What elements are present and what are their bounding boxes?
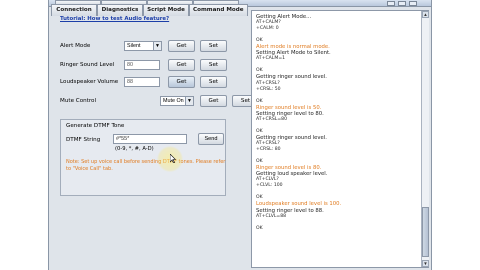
alert-mode-set-button[interactable]: Set (200, 40, 227, 52)
mute-control-value: Mute On (163, 98, 184, 104)
dtmf-title: Generate DTMF Tone (66, 123, 125, 129)
ringer-level-get-button[interactable]: Get (168, 59, 195, 71)
dtmf-string-label: DTMF String (66, 137, 101, 143)
ringer-level-label: Ringer Sound Level (60, 62, 115, 68)
loudspeaker-volume-label: Loudspeaker Volume (60, 79, 119, 85)
alert-mode-value: Silent (127, 43, 141, 49)
mute-control-get-button[interactable]: Get (200, 95, 227, 107)
log-lines: Getting Alert Mode... AT+CALM? +CALM: 0 OK A… (256, 14, 420, 232)
maximize-icon[interactable] (398, 1, 406, 6)
ringer-level-input[interactable]: 80 (124, 60, 160, 70)
log-line: OK (256, 225, 263, 231)
tab-connection[interactable]: Connection (51, 4, 97, 16)
tab-command-mode[interactable]: Command Mode (189, 4, 248, 16)
chevron-down-icon[interactable]: ▼ (153, 42, 161, 50)
log-scrollbar[interactable]: ▲ ▼ (421, 11, 429, 267)
ringer-level-set-button[interactable]: Set (200, 59, 227, 71)
loudspeaker-volume-get-button[interactable]: Get (168, 76, 195, 88)
log-output[interactable]: Getting Alert Mode... AT+CALM? +CALM: 0 OK A… (251, 10, 429, 268)
tutorial-link[interactable]: Tutorial: How to test Audio feature? (60, 16, 169, 22)
alert-mode-get-button[interactable]: Get (168, 40, 195, 52)
dtmf-send-button[interactable]: Send (198, 133, 224, 145)
scroll-up-icon[interactable]: ▲ (422, 11, 429, 18)
mute-control-select[interactable]: Mute On ▼ (160, 96, 194, 106)
alert-mode-select[interactable]: Silent ▼ (124, 41, 162, 51)
tab-row: Connection Diagnostics Script Mode Comma… (51, 4, 248, 16)
dtmf-group: Generate DTMF Tone DTMF String #*55* (0-… (60, 119, 226, 196)
chevron-down-icon[interactable]: ▼ (185, 97, 193, 105)
alert-mode-label: Alert Mode (60, 43, 91, 49)
minimize-icon[interactable] (387, 1, 395, 6)
scroll-down-icon[interactable]: ▼ (422, 260, 429, 267)
mute-control-label: Mute Control (60, 98, 97, 104)
tab-script-mode[interactable]: Script Mode (143, 4, 189, 16)
close-icon[interactable] (409, 1, 417, 6)
dtmf-note: Note: Set up voice call before sending D… (66, 159, 226, 172)
scroll-thumb[interactable] (422, 207, 429, 257)
app-window: Connection Diagnostics Script Mode Comma… (48, 0, 432, 270)
loudspeaker-volume-input[interactable]: 88 (124, 77, 160, 87)
screen: Connection Diagnostics Script Mode Comma… (0, 0, 480, 270)
dtmf-string-input[interactable]: #*55* (113, 134, 187, 144)
loudspeaker-volume-set-button[interactable]: Set (200, 76, 227, 88)
mouse-pointer-icon (170, 154, 176, 163)
dtmf-hint: (0-9, *, #, A-D) (115, 146, 154, 152)
tab-diagnostics[interactable]: Diagnostics (97, 4, 143, 16)
